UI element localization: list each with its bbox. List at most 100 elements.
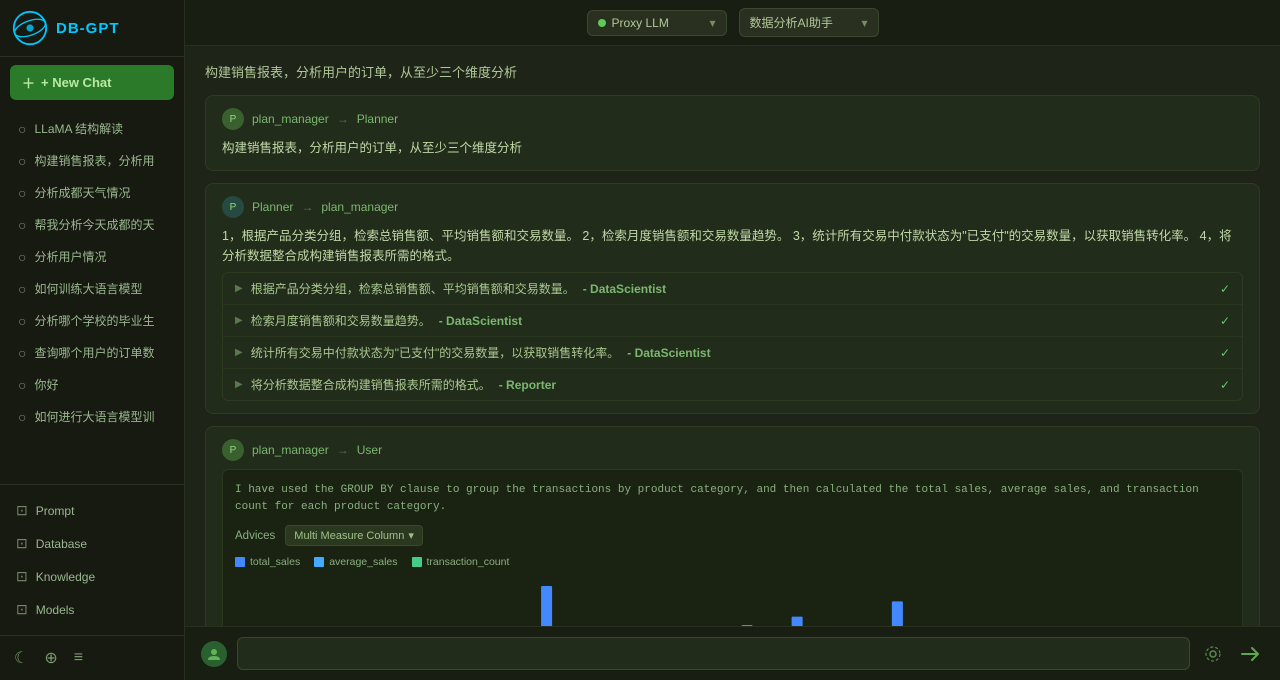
task-tag-1: - DataScientist [439,314,522,328]
chart-select-value: Multi Measure Column [294,530,404,542]
task-item-3[interactable]: ▶ 将分析数据整合成构建销售报表所需的格式。 - Reporter ✓ [223,369,1242,400]
legend-item-0: total_sales [235,556,300,568]
task-item-2[interactable]: ▶ 统计所有交易中付款状态为"已支付"的交易数量，以获取销售转化率。 - Dat… [223,337,1242,369]
settings-icon-button[interactable] [1200,641,1226,667]
assistant-label: 数据分析AI助手 [750,14,833,31]
user-icon [206,646,222,662]
avatar-plan-manager-2: P [222,439,244,461]
nav-icon-user: ○ [18,249,26,265]
tri-icon-1: ▶ [235,315,243,326]
chat-area: 构建销售报表，分析用户的订单，从至少三个维度分析 P plan_manager … [185,46,1280,626]
new-chat-label: + New Chat [41,75,111,90]
msg-from-2: Planner [252,200,293,214]
sidebar-item-hi[interactable]: ○你好 [6,369,178,400]
msg-header-1: P plan_manager → Planner [222,108,1243,130]
bottom-nav-item-knowledge[interactable]: ⊡Knowledge [6,561,178,592]
chart-type-selector[interactable]: Multi Measure Column ▾ [285,525,423,546]
nav-icon-sales: ○ [18,153,26,169]
plus-icon: ＋ [22,73,35,92]
user-avatar [201,641,227,667]
msg-body-1: 构建销售报表，分析用户的订单，从至少三个维度分析 [222,138,1243,158]
arrow-icon-2: → [301,200,313,214]
task-text-0: 根据产品分类分组，检索总销售额、平均销售额和交易数量。 [251,280,575,297]
settings-icon [1204,645,1222,663]
msg-to-2: plan_manager [321,200,398,214]
page-title: 构建销售报表，分析用户的订单，从至少三个维度分析 [205,62,1260,81]
legend-label-1: average_sales [329,556,397,568]
nav-label-train: 如何训练大语言模型 [34,280,142,297]
logo-area: DB-GPT [0,0,184,57]
chart-controls: Advices Multi Measure Column ▾ [235,525,1230,546]
legend-label-2: transaction_count [427,556,510,568]
nav-icon-orders: ○ [18,345,26,361]
task-item-0[interactable]: ▶ 根据产品分类分组，检索总销售额、平均销售额和交易数量。 - DataScie… [223,273,1242,305]
sidebar-item-orders[interactable]: ○ 查询哪个用户的订单数 [6,337,178,368]
bottom-icon-database: ⊡ [16,535,28,552]
input-area [185,626,1280,680]
sidebar-item-weather[interactable]: ○分析成都天气情况 [6,177,178,208]
send-button[interactable] [1236,640,1264,668]
chart-description: I have used the GROUP BY clause to group… [235,482,1230,515]
advices-label: Advices [235,530,275,542]
bottom-nav-item-prompt[interactable]: ⊡Prompt [6,495,178,526]
status-dot [598,19,606,27]
msg-to-chart: User [357,443,382,457]
nav-icon-hi: ○ [18,377,26,393]
sidebar-item-analyze[interactable]: ○帮我分析今天成都的天 [6,209,178,240]
task-text-3: 将分析数据整合成构建销售报表所需的格式。 [251,376,491,393]
theme-toggle-icon[interactable]: ☾ [10,644,32,672]
task-text-1: 检索月度销售额和交易数量趋势。 [251,312,431,329]
check-icon-2: ✓ [1220,346,1230,360]
nav-label-llm: 如何进行大语言模型训 [34,408,154,425]
logo-icon [12,10,48,46]
sidebar-item-graduates[interactable]: ○分析哪个学校的毕业生 [6,305,178,336]
nav-icon-graduates: ○ [18,313,26,329]
nav-icon-train: ○ [18,281,26,297]
msg-from-1: plan_manager [252,112,329,126]
msg-to-1: Planner [357,112,398,126]
bottom-label-prompt: Prompt [36,504,75,518]
msg-from-chart: plan_manager [252,443,329,457]
msg-header-chart: P plan_manager → User [222,439,1243,461]
bottom-label-knowledge: Knowledge [36,570,95,584]
bottom-label-models: Models [36,603,75,617]
nav-label-orders: 查询哪个用户的订单数 [34,344,154,361]
task-list: ▶ 根据产品分类分组，检索总销售额、平均销售额和交易数量。 - DataScie… [222,272,1243,401]
sidebar-item-train[interactable]: ○ 如何训练大语言模型 [6,273,178,304]
tri-icon-3: ▶ [235,379,243,390]
check-icon-3: ✓ [1220,378,1230,392]
sidebar-footer: ☾ ⊕ ≡ [0,635,184,680]
check-icon-0: ✓ [1220,282,1230,296]
bottom-icon-models: ⊡ [16,601,28,618]
nav-label-weather: 分析成都天气情况 [34,184,130,201]
topbar: Proxy LLM ▾ 数据分析AI助手 ▾ [185,0,1280,46]
chart-legend: total_sales average_sales transaction_coun… [235,556,1230,568]
bottom-nav-item-database[interactable]: ⊡Database [6,528,178,559]
new-chat-button[interactable]: ＋ + New Chat [10,65,174,100]
chevron-down-icon: ▾ [709,16,715,30]
assistant-selector[interactable]: 数据分析AI助手 ▾ [739,8,879,37]
nav-label-analyze: 帮我分析今天成都的天 [34,216,154,233]
check-icon-1: ✓ [1220,314,1230,328]
menu-icon[interactable]: ≡ [70,645,87,671]
llm-selector[interactable]: Proxy LLM ▾ [587,10,727,36]
chevron-chart-icon: ▾ [408,529,414,542]
sidebar-item-user[interactable]: ○分析用户情况 [6,241,178,272]
arrow-icon-1: → [337,112,349,126]
arrow-icon-chart: → [337,443,349,457]
chat-input[interactable] [237,637,1190,670]
msg-header-2: P Planner → plan_manager [222,196,1243,218]
sidebar-item-sales[interactable]: ○构建销售报表，分析用 [6,145,178,176]
message-2: P Planner → plan_manager 1，根据产品分类分组，检索总销… [205,183,1260,414]
bar-chart: 020k40k60k80k100ktotal_salesAir conditio… [235,576,1195,626]
legend-dot-0 [235,557,245,567]
language-icon[interactable]: ⊕ [40,644,61,672]
sidebar-item-llama[interactable]: ○LLaMA 结构解读 [6,113,178,144]
sidebar-nav: ○LLaMA 结构解读○构建销售报表，分析用○分析成都天气情况○帮我分析今天成都… [0,108,184,484]
bottom-nav-item-models[interactable]: ⊡ Models [6,594,178,625]
chevron-down-icon-2: ▾ [861,16,867,30]
message-1: P plan_manager → Planner 构建销售报表，分析用户的订单，… [205,95,1260,171]
nav-icon-llm: ○ [18,409,26,425]
task-item-1[interactable]: ▶ 检索月度销售额和交易数量趋势。 - DataScientist ✓ [223,305,1242,337]
sidebar-item-llm[interactable]: ○ 如何进行大语言模型训 [6,401,178,432]
